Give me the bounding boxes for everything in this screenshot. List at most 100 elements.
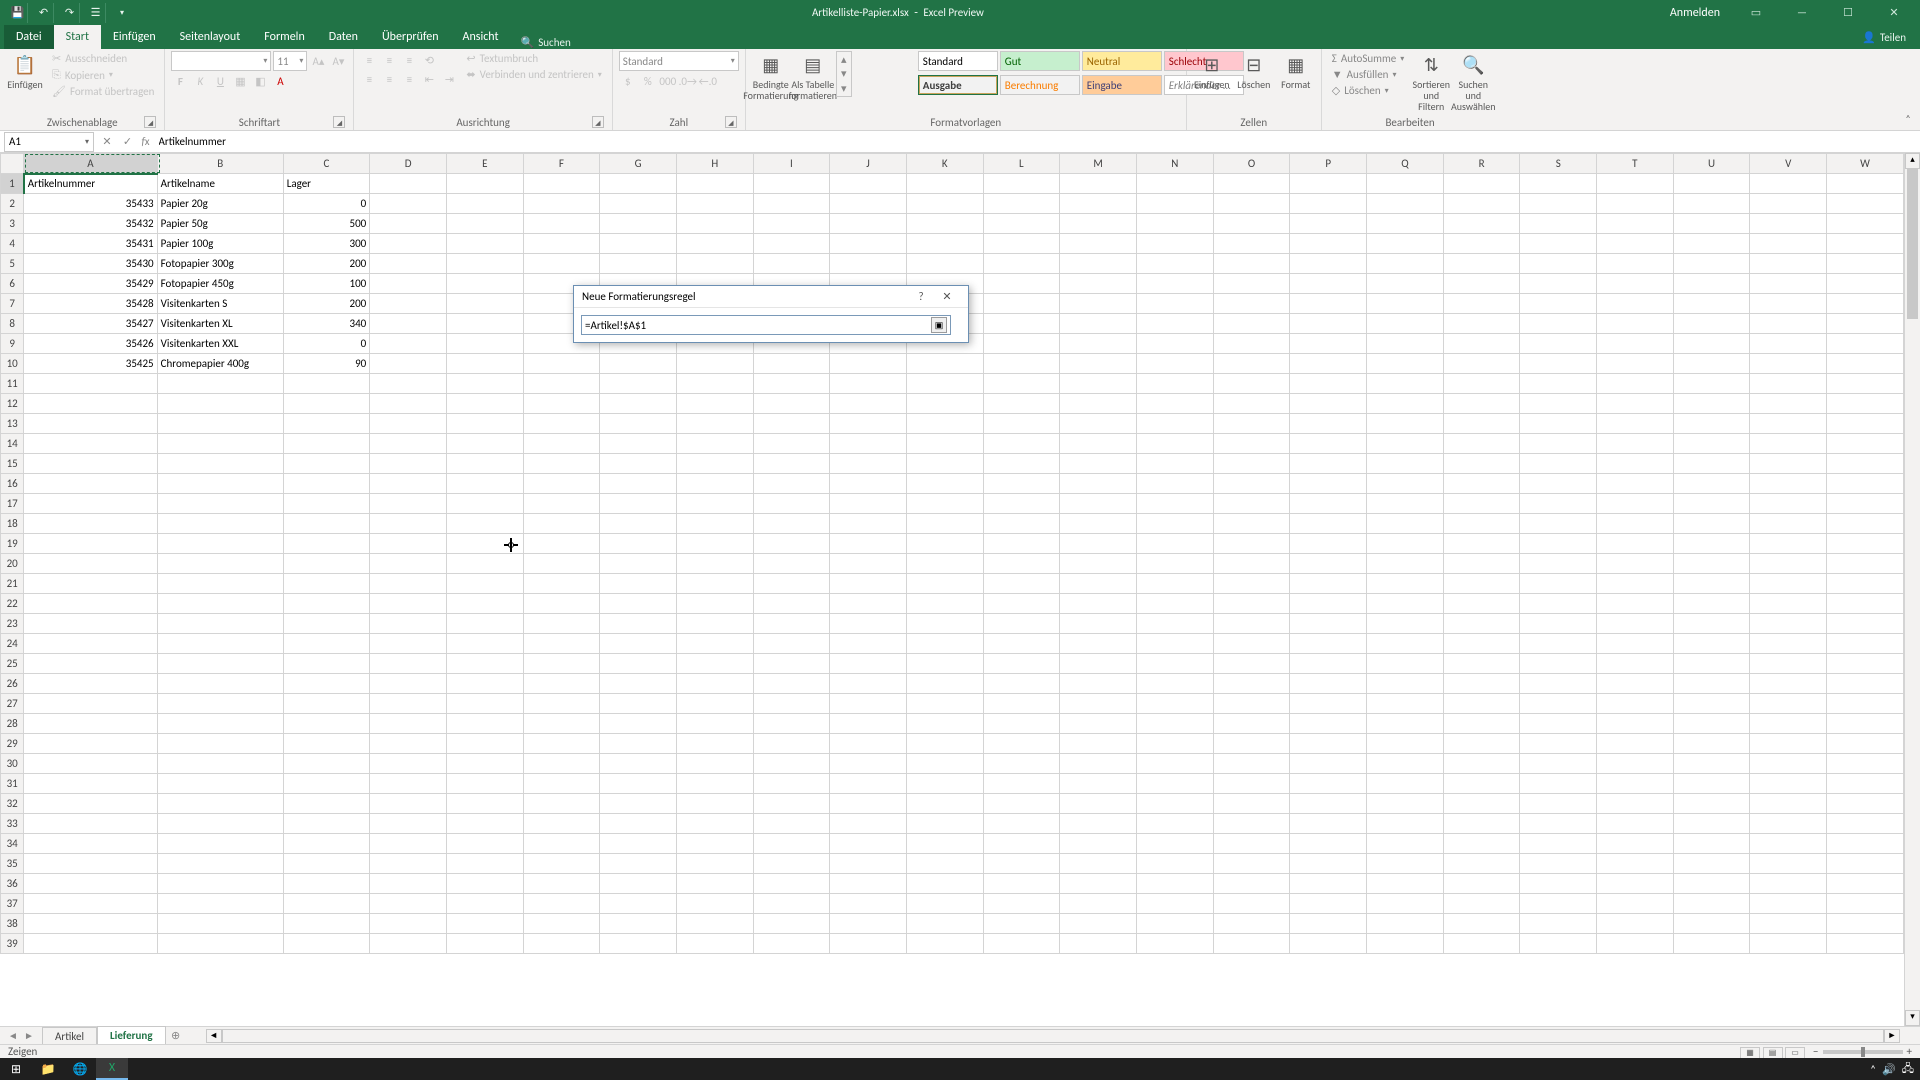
- cell-G10[interactable]: [600, 354, 677, 374]
- cell-P23[interactable]: [1290, 614, 1367, 634]
- cell-E35[interactable]: [446, 854, 523, 874]
- scroll-up-icon[interactable]: ▴: [1905, 153, 1920, 169]
- cell-O32[interactable]: [1213, 794, 1290, 814]
- cell-S29[interactable]: [1520, 734, 1597, 754]
- cell-W6[interactable]: [1827, 274, 1904, 294]
- cell-E27[interactable]: [446, 694, 523, 714]
- cell-L9[interactable]: [983, 334, 1060, 354]
- indent-inc-button[interactable]: ⇥: [440, 70, 458, 88]
- cell-P33[interactable]: [1290, 814, 1367, 834]
- tab-layout[interactable]: Seitenlayout: [168, 25, 253, 49]
- cell-F4[interactable]: [523, 234, 600, 254]
- tab-review[interactable]: Überprüfen: [370, 25, 451, 49]
- cell-R33[interactable]: [1443, 814, 1520, 834]
- format-cells-button[interactable]: ▦Format: [1277, 51, 1315, 92]
- cell-G33[interactable]: [600, 814, 677, 834]
- cell-U6[interactable]: [1673, 274, 1750, 294]
- maximize-icon[interactable]: ☐: [1826, 0, 1870, 25]
- cell-H35[interactable]: [676, 854, 753, 874]
- col-header-P[interactable]: P: [1290, 154, 1367, 174]
- cell-C32[interactable]: [283, 794, 370, 814]
- cell-Q29[interactable]: [1367, 734, 1444, 754]
- cell-A32[interactable]: [24, 794, 157, 814]
- cell-M26[interactable]: [1060, 674, 1137, 694]
- cell-Q16[interactable]: [1367, 474, 1444, 494]
- cell-M29[interactable]: [1060, 734, 1137, 754]
- cell-K33[interactable]: [906, 814, 983, 834]
- cell-R11[interactable]: [1443, 374, 1520, 394]
- cell-B3[interactable]: Papier 50g: [157, 214, 283, 234]
- row-header-25[interactable]: 25: [1, 654, 24, 674]
- col-header-A[interactable]: A: [24, 154, 157, 174]
- cell-P39[interactable]: [1290, 934, 1367, 954]
- cell-J39[interactable]: [830, 934, 907, 954]
- range-collapse-button[interactable]: ▣: [931, 317, 947, 333]
- cell-P22[interactable]: [1290, 594, 1367, 614]
- cell-F2[interactable]: [523, 194, 600, 214]
- cell-T32[interactable]: [1597, 794, 1674, 814]
- cell-N31[interactable]: [1136, 774, 1213, 794]
- cell-T15[interactable]: [1597, 454, 1674, 474]
- row-header-38[interactable]: 38: [1, 914, 24, 934]
- cell-M22[interactable]: [1060, 594, 1137, 614]
- cell-K15[interactable]: [906, 454, 983, 474]
- cell-M38[interactable]: [1060, 914, 1137, 934]
- cell-L11[interactable]: [983, 374, 1060, 394]
- cell-A39[interactable]: [24, 934, 157, 954]
- cell-W29[interactable]: [1827, 734, 1904, 754]
- cell-K13[interactable]: [906, 414, 983, 434]
- cell-K39[interactable]: [906, 934, 983, 954]
- cell-R16[interactable]: [1443, 474, 1520, 494]
- cell-D21[interactable]: [370, 574, 447, 594]
- cell-S8[interactable]: [1520, 314, 1597, 334]
- cell-N6[interactable]: [1136, 274, 1213, 294]
- cell-Q38[interactable]: [1367, 914, 1444, 934]
- cell-J3[interactable]: [830, 214, 907, 234]
- cell-L31[interactable]: [983, 774, 1060, 794]
- cell-R22[interactable]: [1443, 594, 1520, 614]
- font-color-button[interactable]: A: [271, 72, 289, 90]
- cell-U25[interactable]: [1673, 654, 1750, 674]
- cell-G25[interactable]: [600, 654, 677, 674]
- cell-N29[interactable]: [1136, 734, 1213, 754]
- cell-J13[interactable]: [830, 414, 907, 434]
- cell-I1[interactable]: [753, 174, 830, 194]
- cell-R27[interactable]: [1443, 694, 1520, 714]
- cell-E7[interactable]: [446, 294, 523, 314]
- cell-S11[interactable]: [1520, 374, 1597, 394]
- cell-C4[interactable]: 300: [283, 234, 370, 254]
- cell-F36[interactable]: [523, 874, 600, 894]
- cell-W22[interactable]: [1827, 594, 1904, 614]
- cell-D28[interactable]: [370, 714, 447, 734]
- cell-M32[interactable]: [1060, 794, 1137, 814]
- orientation-button[interactable]: ⟲: [420, 51, 438, 69]
- cell-U31[interactable]: [1673, 774, 1750, 794]
- cell-U16[interactable]: [1673, 474, 1750, 494]
- horizontal-scrollbar[interactable]: ◄ ►: [206, 1029, 1900, 1043]
- cell-J30[interactable]: [830, 754, 907, 774]
- cell-P15[interactable]: [1290, 454, 1367, 474]
- font-size-combo[interactable]: 11▾: [273, 51, 307, 71]
- cell-B21[interactable]: [157, 574, 283, 594]
- cell-A35[interactable]: [24, 854, 157, 874]
- cell-H36[interactable]: [676, 874, 753, 894]
- cell-Q5[interactable]: [1367, 254, 1444, 274]
- cell-T27[interactable]: [1597, 694, 1674, 714]
- cell-H18[interactable]: [676, 514, 753, 534]
- cell-T30[interactable]: [1597, 754, 1674, 774]
- cell-J5[interactable]: [830, 254, 907, 274]
- cell-S10[interactable]: [1520, 354, 1597, 374]
- cell-M4[interactable]: [1060, 234, 1137, 254]
- cell-V32[interactable]: [1750, 794, 1827, 814]
- worksheet[interactable]: ABCDEFGHIJKLMNOPQRSTUVW1ArtikelnummerArt…: [0, 153, 1904, 1026]
- cell-R24[interactable]: [1443, 634, 1520, 654]
- cell-O33[interactable]: [1213, 814, 1290, 834]
- cell-D36[interactable]: [370, 874, 447, 894]
- cell-B22[interactable]: [157, 594, 283, 614]
- view-pagebreak-button[interactable]: ▭: [1785, 1047, 1805, 1059]
- cell-V25[interactable]: [1750, 654, 1827, 674]
- cell-R26[interactable]: [1443, 674, 1520, 694]
- cell-U5[interactable]: [1673, 254, 1750, 274]
- cell-R15[interactable]: [1443, 454, 1520, 474]
- row-header-8[interactable]: 8: [1, 314, 24, 334]
